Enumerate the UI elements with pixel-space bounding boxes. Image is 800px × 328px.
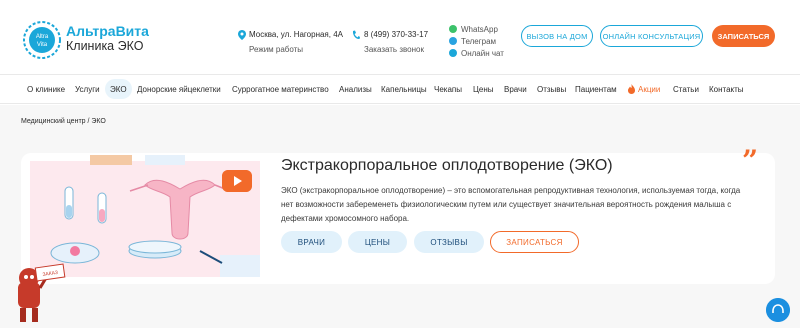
signup-button[interactable]: ЗАПИСАТЬСЯ: [490, 231, 579, 253]
nav-item-checkups[interactable]: Чекапы: [434, 75, 462, 103]
working-hours-link[interactable]: Режим работы: [249, 45, 343, 54]
clinic-logo[interactable]: Altra Vita: [22, 20, 62, 60]
nav-item-prices[interactable]: Цены: [473, 75, 494, 103]
nav-item-donor-eggs[interactable]: Донорские яйцеклетки: [137, 75, 221, 103]
nav-item-surrogacy[interactable]: Суррогатное материнство: [232, 75, 329, 103]
mascot-image: ЗАКАЗ: [18, 263, 66, 322]
address-text: Москва, ул. Нагорная, 4А: [249, 30, 343, 39]
phone-block: 8 (499) 370-33-17 Заказать звонок: [364, 30, 428, 54]
whatsapp-icon: [449, 25, 457, 33]
prices-button[interactable]: ЦЕНЫ: [348, 231, 407, 253]
fire-icon: [628, 84, 635, 94]
header-signup-button[interactable]: ЗАПИСАТЬСЯ: [712, 25, 775, 47]
breadcrumb[interactable]: Медицинский центр / ЭКО: [21, 118, 106, 125]
whatsapp-link[interactable]: WhatsApp: [449, 23, 504, 35]
quote-mark-icon: ”: [742, 144, 759, 177]
online-chat-link[interactable]: Онлайн чат: [449, 47, 504, 59]
main-nav: О клинике Услуги ЭКО Донорские яйцеклетк…: [0, 74, 800, 104]
nav-item-about[interactable]: О клинике: [27, 75, 65, 103]
nav-item-contacts[interactable]: Контакты: [709, 75, 744, 103]
chat-icon: [449, 49, 457, 57]
play-icon[interactable]: [222, 170, 252, 192]
address-block: Москва, ул. Нагорная, 4А Режим работы: [249, 30, 343, 54]
nav-item-eko[interactable]: ЭКО: [105, 79, 132, 99]
svg-text:Altra: Altra: [36, 34, 49, 40]
chat-widget-button[interactable]: [766, 298, 790, 322]
callback-link[interactable]: Заказать звонок: [364, 45, 428, 54]
page-title: Экстракорпоральное оплодотворение (ЭКО): [281, 157, 613, 174]
home-visit-button[interactable]: ВЫЗОВ НА ДОМ: [521, 25, 593, 47]
reviews-button[interactable]: ОТЗЫВЫ: [414, 231, 484, 253]
doctors-button[interactable]: ВРАЧИ: [281, 231, 342, 253]
svg-text:Vita: Vita: [37, 42, 48, 48]
nav-item-drips[interactable]: Капельницы: [381, 75, 427, 103]
nav-item-services[interactable]: Услуги: [75, 75, 100, 103]
nav-item-reviews[interactable]: Отзывы: [537, 75, 566, 103]
phone-icon: [352, 30, 360, 40]
site-header: Altra Vita АльтраВита Клиника ЭКО Москва…: [0, 0, 800, 72]
nav-item-doctors[interactable]: Врачи: [504, 75, 527, 103]
nav-item-promotions[interactable]: Акции: [638, 75, 660, 103]
nav-item-analyses[interactable]: Анализы: [339, 75, 372, 103]
brand-subtitle: Клиника ЭКО: [66, 39, 144, 53]
telegram-link[interactable]: Телеграм: [449, 35, 504, 47]
telegram-icon: [449, 37, 457, 45]
brand-name[interactable]: АльтраВита: [66, 23, 149, 39]
online-consultation-button[interactable]: ОНЛАЙН КОНСУЛЬТАЦИЯ: [600, 25, 703, 47]
nav-item-articles[interactable]: Статьи: [673, 75, 699, 103]
phone-number[interactable]: 8 (499) 370-33-17: [364, 30, 428, 39]
messenger-list: WhatsApp Телеграм Онлайн чат: [449, 23, 504, 59]
page-description: ЭКО (экстракорпоральное оплодотворение) …: [281, 186, 741, 223]
nav-item-patients[interactable]: Пациентам: [575, 75, 617, 103]
location-pin-icon: [238, 30, 246, 40]
